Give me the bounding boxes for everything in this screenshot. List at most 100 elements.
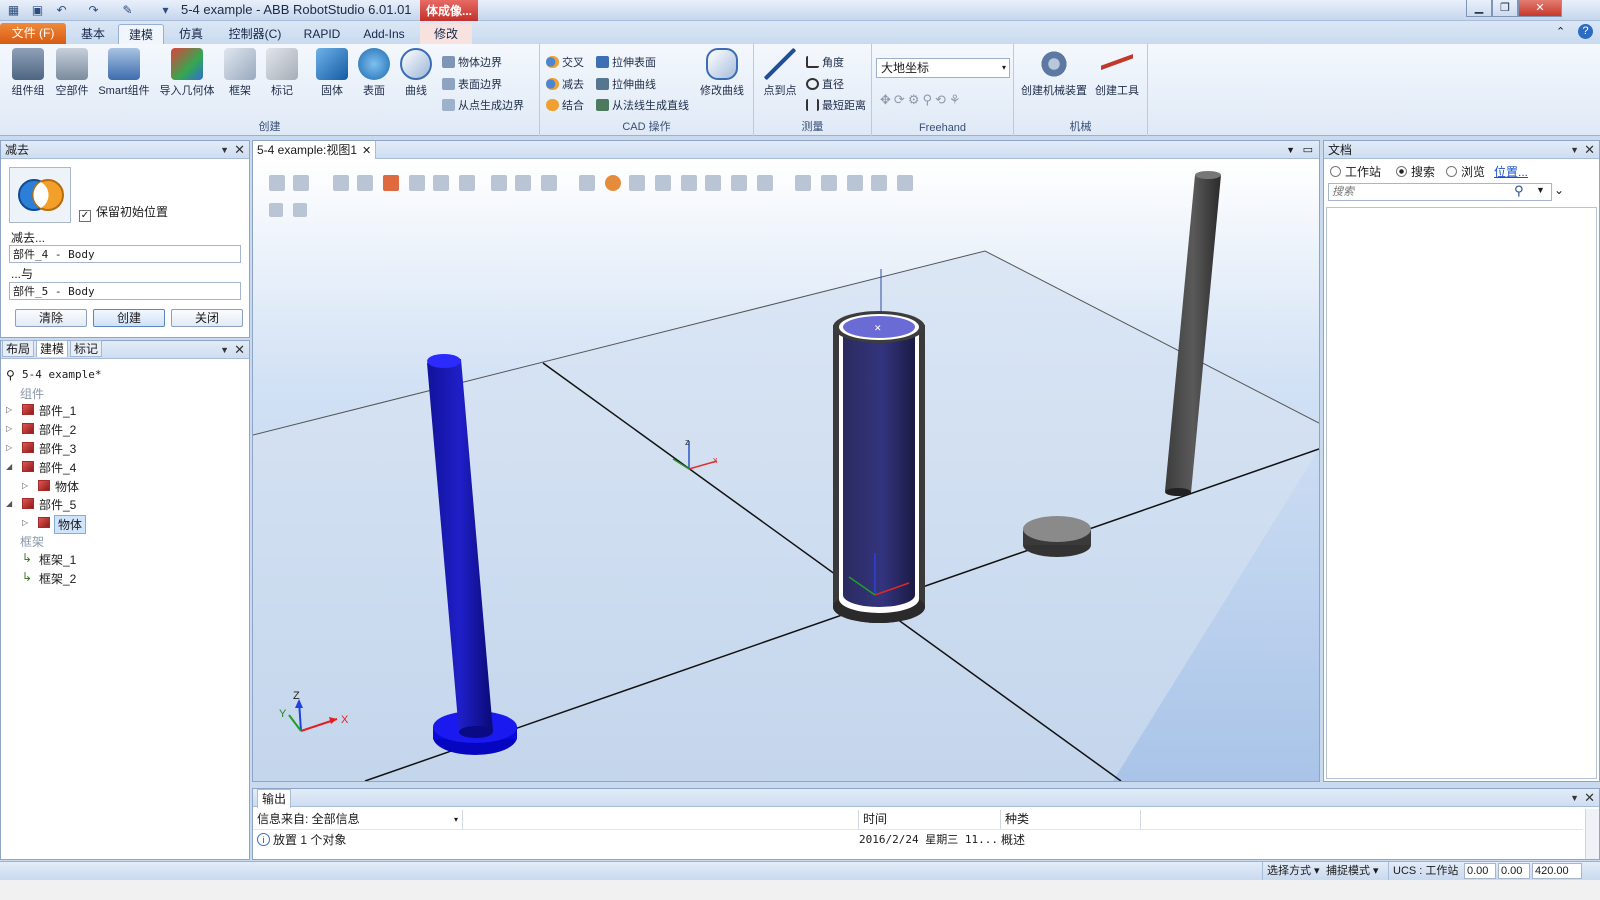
select-mode-menu[interactable]: 选择方式 ▾ <box>1262 862 1326 880</box>
frame-button[interactable]: 框架 <box>222 48 258 98</box>
ucs-indicator[interactable]: UCS : 工作站 <box>1388 862 1458 880</box>
tree-part-5[interactable]: ◢ 部件_5 <box>6 496 206 512</box>
radio-browse[interactable]: 浏览 <box>1446 163 1485 180</box>
create-button[interactable]: 创建 <box>93 309 165 327</box>
expand-arrow-icon[interactable]: ▷ <box>6 424 12 433</box>
body-border-button[interactable]: 物体边界 <box>442 54 502 70</box>
view-tool-icon[interactable] <box>897 175 913 191</box>
close-button[interactable]: 关闭 <box>171 309 243 327</box>
extrude-surface-button[interactable]: 拉伸表面 <box>596 54 656 70</box>
viewport-tab[interactable]: 5-4 example:视图1 ✕ <box>253 141 377 159</box>
rotate-icon[interactable]: ⟳ <box>894 92 908 107</box>
view-tool-icon[interactable] <box>293 203 307 217</box>
view-tool-icon[interactable] <box>433 175 449 191</box>
part-grey-disk[interactable] <box>1023 516 1091 557</box>
file-menu-button[interactable]: 文件 (F) <box>0 23 66 44</box>
minimize-icon[interactable]: ▁ <box>1466 0 1492 17</box>
tab-modify[interactable]: 修改 <box>420 24 472 44</box>
import-geometry-button[interactable]: 导入几何体 <box>158 48 216 98</box>
union-button[interactable]: 结合 <box>546 97 584 113</box>
radio-search[interactable]: 搜索 <box>1396 163 1435 180</box>
pin-icon[interactable]: ▼ <box>220 341 229 359</box>
info-source-select[interactable]: 信息来自: 全部信息 ▾ <box>253 810 463 829</box>
view-tool-icon[interactable] <box>293 175 309 191</box>
view-tool-icon[interactable] <box>629 175 645 191</box>
border-from-points-button[interactable]: 从点生成边界 <box>442 97 524 113</box>
close-icon[interactable]: ✕ <box>234 341 245 359</box>
view-tool-icon[interactable] <box>731 175 747 191</box>
tab-basic[interactable]: 基本 <box>74 24 112 44</box>
close-icon[interactable]: ✕ <box>1584 141 1595 159</box>
view-tool-icon[interactable] <box>795 175 811 191</box>
view-tool-icon[interactable] <box>541 175 557 191</box>
scene-graphic[interactable]: x z ✕ X Z Y <box>253 159 1319 781</box>
help-icon[interactable]: ? <box>1578 24 1593 39</box>
search-icon[interactable]: ⚲ <box>1514 183 1524 199</box>
tab-modeling-tree[interactable]: 建模 <box>36 340 68 357</box>
tree-frame-2[interactable]: ↳ 框架_2 <box>22 570 202 586</box>
close-icon[interactable]: ✕ <box>1584 789 1595 807</box>
point-to-point-button[interactable]: 点到点 <box>758 48 802 98</box>
tree-body-4[interactable]: ▷ 物体 <box>22 478 202 494</box>
multi-robot-jog-icon[interactable]: ⚘ <box>949 92 964 107</box>
view-tool-icon[interactable] <box>269 203 283 217</box>
clear-button[interactable]: 清除 <box>15 309 87 327</box>
close-window-icon[interactable]: ✕ <box>1518 0 1562 17</box>
move-icon[interactable]: ✥ <box>880 92 894 107</box>
tab-layout[interactable]: 布局 <box>2 340 34 357</box>
tag-button[interactable]: 标记 <box>264 48 300 98</box>
expand-arrow-icon[interactable]: ▷ <box>6 443 12 452</box>
view-tool-icon[interactable] <box>383 175 399 191</box>
tab-controller[interactable]: 控制器(C) <box>222 24 288 44</box>
tab-addins[interactable]: Add-Ins <box>356 24 412 44</box>
output-scrollbar[interactable] <box>1585 809 1599 859</box>
tree-part-3[interactable]: ▷ 部件_3 <box>6 440 206 456</box>
subtract-button[interactable]: 减去 <box>546 76 584 92</box>
3d-viewport[interactable]: x z ✕ X Z Y <box>253 159 1319 781</box>
keep-position-checkbox[interactable]: ✓ 保留初始位置 <box>79 203 168 222</box>
modify-curve-button[interactable]: 修改曲线 <box>698 48 746 98</box>
pin-icon[interactable]: ▼ <box>1570 789 1579 807</box>
line-from-normal-button[interactable]: 从法线生成直线 <box>596 97 689 113</box>
extrude-curve-button[interactable]: 拉伸曲线 <box>596 76 656 92</box>
tree-frame-1[interactable]: ↳ 框架_1 <box>22 551 202 567</box>
curve-button[interactable]: 曲线 <box>398 48 434 98</box>
redo-icon[interactable]: ↷ <box>86 3 101 18</box>
jog-linear-icon[interactable]: ⚲ <box>922 92 935 107</box>
tab-rapid[interactable]: RAPID <box>298 24 346 44</box>
view-tool-icon[interactable] <box>757 175 773 191</box>
documents-list[interactable] <box>1326 207 1597 779</box>
expand-arrow-icon[interactable]: ▷ <box>6 405 12 414</box>
view-tool-icon[interactable] <box>655 175 671 191</box>
collapse-arrow-icon[interactable]: ◢ <box>6 499 12 508</box>
location-link[interactable]: 位置... <box>1494 163 1528 180</box>
undo-icon[interactable]: ↶ <box>54 3 69 18</box>
subtract-body-field[interactable]: 部件_4 - Body <box>9 245 241 263</box>
part-hollow-cylinder[interactable]: ✕ <box>833 269 925 623</box>
pin-icon[interactable]: ▼ <box>1570 141 1579 159</box>
view-tool-icon[interactable] <box>409 175 425 191</box>
view-tool-icon[interactable] <box>705 175 721 191</box>
min-distance-button[interactable]: 最短距离 <box>806 97 866 113</box>
expand-arrow-icon[interactable]: ▷ <box>22 481 28 490</box>
view-tool-icon[interactable] <box>333 175 349 191</box>
empty-part-button[interactable]: 空部件 <box>52 48 92 98</box>
view-tool-icon[interactable] <box>269 175 285 191</box>
radio-station[interactable]: 工作站 <box>1330 163 1381 180</box>
jog-reorient-icon[interactable]: ⟲ <box>935 92 949 107</box>
angle-button[interactable]: 角度 <box>806 54 844 70</box>
view-tool-icon[interactable] <box>579 175 595 191</box>
jog-joint-icon[interactable]: ⚙ <box>908 92 923 107</box>
output-tab[interactable]: 输出 <box>257 789 292 808</box>
smart-component-button[interactable]: Smart组件 <box>96 48 152 98</box>
create-tool-button[interactable]: 创建工具 <box>1092 48 1142 98</box>
time-column-header[interactable]: 时间 <box>859 810 1001 829</box>
solid-button[interactable]: 固体 <box>314 48 350 98</box>
snap-mode-menu[interactable]: 捕捉模式 ▾ <box>1326 862 1385 880</box>
maximize-view-icon[interactable]: ▭ <box>1303 141 1313 159</box>
customize-toolbar-icon[interactable]: ▾ <box>158 3 173 18</box>
search-options-icon[interactable]: ▼ <box>1536 185 1545 195</box>
save-icon[interactable]: ▣ <box>30 3 45 18</box>
view-tool-icon[interactable] <box>515 175 531 191</box>
view-tool-icon[interactable] <box>847 175 863 191</box>
